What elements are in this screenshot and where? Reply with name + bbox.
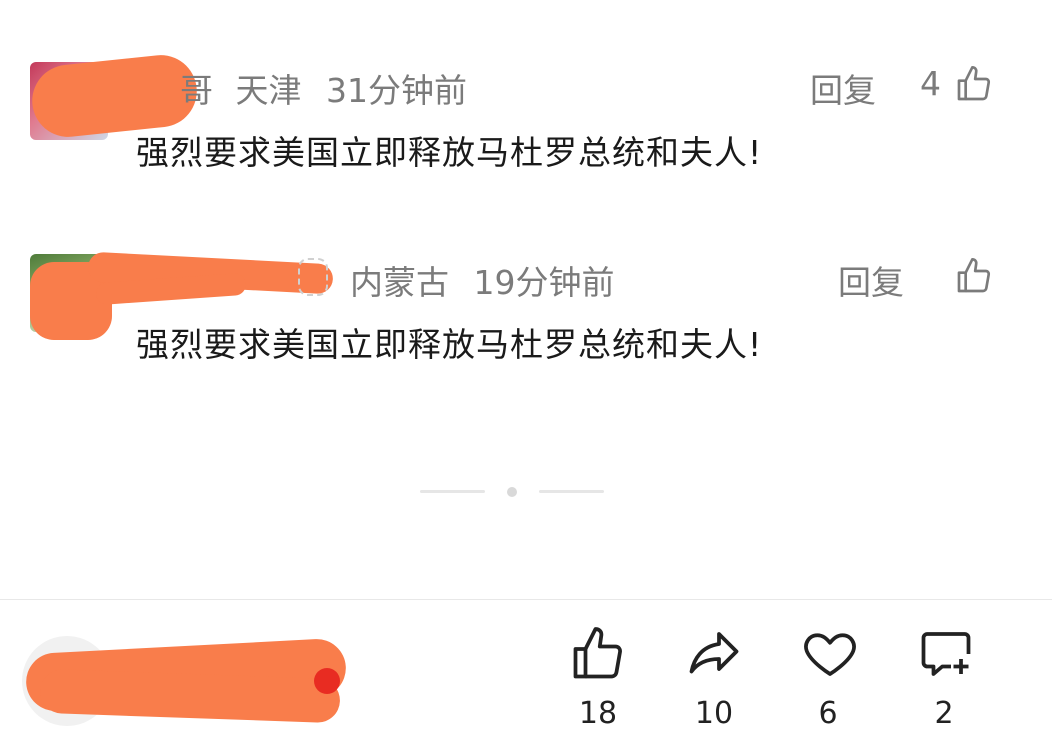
comment-text: 强烈要求美国立即释放马杜罗总统和夫人!: [136, 133, 763, 172]
heart-icon[interactable]: [800, 624, 860, 684]
share-count: 10: [694, 696, 734, 731]
reply-button[interactable]: 回复: [838, 256, 904, 304]
commenter-location: 内蒙古: [350, 263, 449, 302]
commenter-name-fragment: 哥: [180, 71, 213, 110]
notification-dot: [314, 668, 340, 694]
comment-count: 2: [934, 696, 954, 731]
bottom-divider: [0, 599, 1052, 600]
like-count: 18: [578, 696, 618, 731]
favorite-count: 6: [818, 696, 838, 731]
share-arrow-icon[interactable]: [684, 624, 744, 684]
comment-like-count: 4: [920, 64, 941, 103]
comment-time: 31分钟前: [326, 71, 467, 110]
comment-text: 强烈要求美国立即释放马杜罗总统和夫人!: [136, 325, 763, 364]
comment-time: 19分钟前: [473, 263, 615, 302]
loader-dot: [507, 487, 517, 497]
loader-line: [420, 490, 485, 493]
reply-button[interactable]: 回复: [810, 64, 876, 112]
thumbs-up-icon[interactable]: [954, 64, 994, 104]
loader-line: [539, 490, 604, 493]
thumbs-up-icon[interactable]: [954, 256, 994, 296]
badge-icon: [298, 258, 328, 296]
thumbs-up-icon[interactable]: [568, 624, 628, 684]
comment-meta: 内蒙古 19分钟前: [350, 256, 615, 304]
comment-meta: 哥 天津 31分钟前: [180, 64, 467, 112]
commenter-location: 天津: [235, 71, 302, 110]
comment-add-icon[interactable]: [916, 624, 976, 684]
